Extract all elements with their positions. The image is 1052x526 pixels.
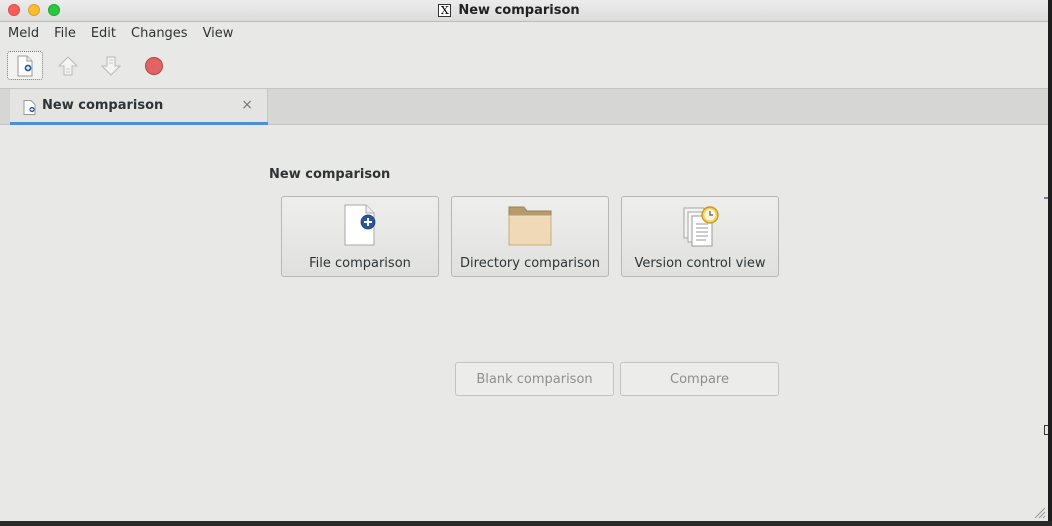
- tab-strip: New comparison ×: [0, 88, 1048, 125]
- directory-comparison-label: Directory comparison: [460, 256, 600, 271]
- x11-app-icon: X: [438, 4, 452, 17]
- folder-icon: [508, 206, 552, 246]
- version-control-icon: [683, 206, 719, 247]
- desktop-background: [0, 521, 1052, 526]
- directory-comparison-button[interactable]: Directory comparison: [451, 196, 609, 277]
- new-comparison-button[interactable]: [7, 51, 43, 80]
- toolbar: [0, 46, 1048, 88]
- edge-marker: [1044, 425, 1048, 435]
- menu-file[interactable]: File: [47, 26, 83, 41]
- new-comparison-icon: [23, 100, 36, 115]
- previous-change-button[interactable]: [50, 51, 86, 80]
- edge-marker: [1044, 197, 1048, 199]
- version-control-view-button[interactable]: Version control view: [621, 196, 779, 277]
- resize-grip-icon[interactable]: [1034, 507, 1046, 519]
- blank-comparison-button[interactable]: Blank comparison: [455, 362, 614, 396]
- compare-button[interactable]: Compare: [620, 362, 779, 396]
- stop-button[interactable]: [136, 51, 172, 80]
- next-change-button[interactable]: [93, 51, 129, 80]
- menu-bar: Meld File Edit Changes View: [0, 22, 1048, 44]
- stop-icon: [145, 56, 163, 75]
- file-add-icon: [344, 204, 376, 246]
- title-bar: X New comparison: [0, 0, 1048, 22]
- tab-label: New comparison: [42, 98, 164, 113]
- menu-view[interactable]: View: [196, 26, 241, 41]
- tab-new-comparison[interactable]: New comparison ×: [10, 89, 268, 125]
- new-comparison-icon: [17, 55, 33, 76]
- tab-close-button[interactable]: ×: [241, 98, 253, 112]
- version-control-view-label: Version control view: [634, 256, 766, 271]
- section-heading: New comparison: [269, 167, 391, 182]
- file-comparison-button[interactable]: File comparison: [281, 196, 439, 277]
- active-tab-indicator: [10, 122, 268, 125]
- previous-change-icon: [57, 55, 79, 75]
- menu-edit[interactable]: Edit: [84, 26, 123, 41]
- file-comparison-label: File comparison: [309, 256, 411, 271]
- menu-changes[interactable]: Changes: [124, 26, 195, 41]
- window-title: New comparison: [458, 3, 580, 18]
- title-wrap: X New comparison: [0, 0, 1048, 21]
- next-change-icon: [100, 56, 122, 76]
- menu-meld[interactable]: Meld: [0, 26, 46, 41]
- app-window: X New comparison Meld File Edit Changes …: [0, 0, 1048, 521]
